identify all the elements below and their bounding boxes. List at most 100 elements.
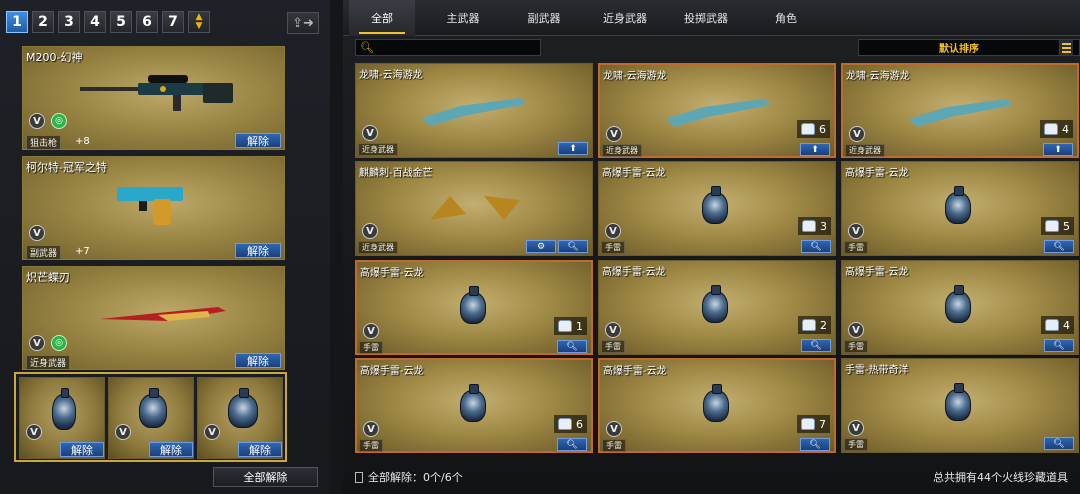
set-button-1[interactable]: 1 <box>6 11 28 33</box>
sort-label: 默认排序 <box>939 44 979 55</box>
grenade-image <box>228 387 258 428</box>
set-button-7[interactable]: 7 <box>162 11 184 33</box>
melee-weapon-card[interactable]: 炽芒蝶刃 V ◎ 近身武器 解除 <box>22 266 285 370</box>
unequip-button[interactable]: 解除 <box>149 442 193 457</box>
set-scroll-button[interactable]: ▲ ▼ <box>188 11 210 33</box>
inventory-item[interactable]: 手雷-热带奇洋 V 手雷 🔍︎ <box>841 358 1079 453</box>
arrow-down-icon: ▼ <box>195 21 203 31</box>
loadout-set-bar: 1 2 3 4 5 6 7 ▲ ▼ <box>6 10 210 34</box>
throwable-slot-2[interactable]: V 解除 <box>108 377 194 459</box>
upgrade-icon: ◎ <box>51 335 67 351</box>
grenade-image <box>945 383 971 421</box>
item-count-value: 4 <box>1062 122 1069 136</box>
inspect-button[interactable]: 🔍︎ <box>1044 437 1074 450</box>
inventory-item[interactable]: 龙啸-云海游龙 V 近身武器 4 ⬆ <box>841 63 1079 158</box>
vip-icon: V <box>204 424 220 440</box>
share-icon: ⇪➜ <box>292 15 314 31</box>
inspect-button[interactable]: 🔍︎ <box>1044 339 1074 352</box>
inventory-screen: 1 2 3 4 5 6 7 ▲ ▼ ⇪➜ M200-幻神 V ◎ 狙击枪 +8 … <box>0 0 1080 494</box>
item-category: 手雷 <box>359 341 383 354</box>
tab-characters[interactable]: 角色 <box>753 0 819 36</box>
item-count-value: 4 <box>1063 318 1070 332</box>
inspect-button[interactable]: 🔍︎ <box>801 240 831 253</box>
unequip-button[interactable]: 解除 <box>235 133 281 148</box>
weapon-name: 柯尔特-冠军之特 <box>26 161 107 174</box>
unequip-button[interactable]: 解除 <box>235 243 281 258</box>
set-button-3[interactable]: 3 <box>58 11 80 33</box>
item-category: 手雷 <box>844 438 868 451</box>
inventory-item[interactable]: 高爆手雷-云龙 V 手雷 4 🔍︎ <box>841 260 1079 355</box>
primary-weapon-card[interactable]: M200-幻神 V ◎ 狙击枪 +8 解除 <box>22 46 285 150</box>
item-count-value: 1 <box>576 319 583 333</box>
menu-icon[interactable] <box>1059 40 1073 55</box>
weapon-category: 副武器 <box>26 245 62 260</box>
item-count: 1 <box>554 317 587 335</box>
inventory-item[interactable]: 龙啸-云海游龙 V 近身武器 6 ⬆ <box>598 63 836 158</box>
inspect-button[interactable]: 🔍︎ <box>1044 240 1074 253</box>
grenade-image <box>945 186 971 224</box>
equip-up-button[interactable]: ⬆ <box>1043 143 1073 156</box>
secondary-weapon-card[interactable]: 柯尔特-冠军之特 V 副武器 +7 解除 <box>22 156 285 260</box>
backpack-icon <box>1045 319 1059 331</box>
grenade-image <box>52 387 76 430</box>
pistol-image <box>117 187 183 225</box>
throwable-slot-1[interactable]: V 解除 <box>19 377 105 459</box>
unequip-all-button[interactable]: 全部解除 <box>213 467 318 487</box>
grenade-image <box>703 384 729 422</box>
sniper-rifle-image <box>80 75 233 111</box>
backpack-icon <box>558 320 572 332</box>
unequip-button[interactable]: 解除 <box>60 442 104 457</box>
inventory-item[interactable]: 龙啸-云海游龙 V 近身武器 ⬆ <box>355 63 593 158</box>
item-count-value: 3 <box>820 219 827 233</box>
equip-up-button[interactable]: ⬆ <box>558 142 588 155</box>
set-button-5[interactable]: 5 <box>110 11 132 33</box>
item-name: 龙啸-云海游龙 <box>603 71 667 82</box>
grenade-image <box>139 387 167 428</box>
sort-dropdown[interactable]: 默认排序 <box>858 39 1080 56</box>
tab-all[interactable]: 全部 <box>349 0 415 36</box>
item-name: 麒麟刺-百战金芒 <box>359 168 433 179</box>
search-input[interactable] <box>373 40 540 55</box>
inventory-item[interactable]: 麒麟刺-百战金芒 V 近身武器 🔍︎ ⚙ <box>355 161 593 256</box>
inspect-button[interactable]: 🔍︎ <box>557 340 587 353</box>
vip-icon: V <box>362 223 378 239</box>
tab-throwables[interactable]: 投掷武器 <box>671 0 741 36</box>
vip-icon: V <box>606 126 622 142</box>
set-button-4[interactable]: 4 <box>84 11 106 33</box>
unequip-button[interactable]: 解除 <box>238 442 282 457</box>
inspect-button[interactable]: 🔍︎ <box>558 240 588 253</box>
equip-up-button[interactable]: ⬆ <box>800 143 830 156</box>
item-category: 手雷 <box>844 340 868 353</box>
tab-primary[interactable]: 主武器 <box>427 0 499 36</box>
inventory-item[interactable]: 高爆手雷-云龙 V 手雷 1 🔍︎ <box>355 260 593 355</box>
item-category: 近身武器 <box>358 241 398 254</box>
vip-icon: V <box>363 323 379 339</box>
inventory-item[interactable]: 高爆手雷-云龙 V 手雷 3 🔍︎ <box>598 161 836 256</box>
item-name: 龙啸-云海游龙 <box>846 71 910 82</box>
grenade-image <box>702 285 728 323</box>
inventory-item[interactable]: 高爆手雷-云龙 V 手雷 5 🔍︎ <box>841 161 1079 256</box>
search-box: 🔍︎ <box>355 39 541 56</box>
gear-icon[interactable]: ⚙ <box>526 240 556 253</box>
item-count: 5 <box>1041 217 1074 235</box>
inventory-item[interactable]: 高爆手雷-云龙 V 手雷 7 🔍︎ <box>598 358 836 453</box>
inventory-item[interactable]: 高爆手雷-云龙 V 手雷 2 🔍︎ <box>598 260 836 355</box>
backpack-icon <box>801 418 815 430</box>
tab-secondary[interactable]: 副武器 <box>509 0 579 36</box>
share-button[interactable]: ⇪➜ <box>287 12 319 34</box>
unequip-summary-text: 全部解除：0个/6个 <box>368 471 463 484</box>
throwable-slot-3[interactable]: V 解除 <box>197 377 283 459</box>
inspect-button[interactable]: 🔍︎ <box>801 339 831 352</box>
item-name: 高爆手雷-云龙 <box>602 168 666 179</box>
item-name: 高爆手雷-云龙 <box>602 267 666 278</box>
grenade-image <box>945 285 971 323</box>
inspect-button[interactable]: 🔍︎ <box>557 438 587 451</box>
inspect-button[interactable]: 🔍︎ <box>800 438 830 451</box>
vip-icon: V <box>848 223 864 239</box>
inventory-item[interactable]: 高爆手雷-云龙 V 手雷 6 🔍︎ <box>355 358 593 453</box>
unequip-button[interactable]: 解除 <box>235 353 281 368</box>
item-category: 手雷 <box>601 241 625 254</box>
tab-melee[interactable]: 近身武器 <box>589 0 661 36</box>
set-button-6[interactable]: 6 <box>136 11 158 33</box>
set-button-2[interactable]: 2 <box>32 11 54 33</box>
